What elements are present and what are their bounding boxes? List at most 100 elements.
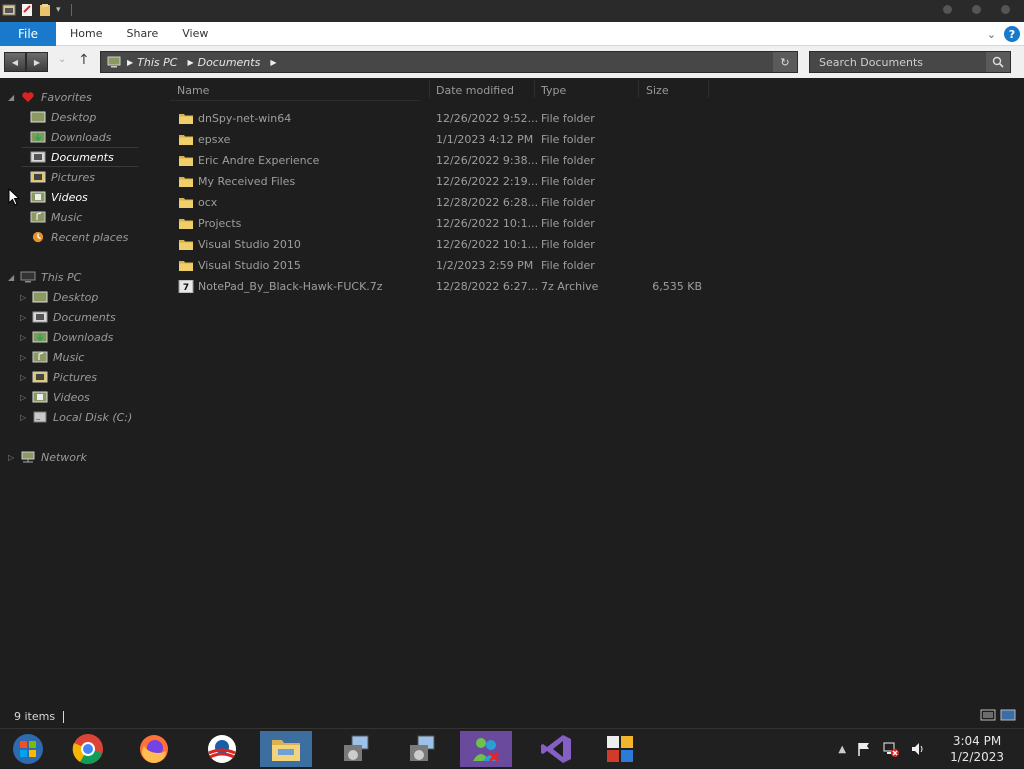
column-header-date[interactable]: Date modified: [436, 80, 514, 100]
collapse-arrow-icon[interactable]: ▷: [20, 353, 30, 362]
start-icon: [13, 734, 43, 764]
back-button[interactable]: ◀: [4, 52, 26, 72]
file-name: Visual Studio 2015: [198, 259, 301, 272]
file-row[interactable]: ocx 12/28/2022 6:28... File folder: [170, 192, 710, 213]
nav-pc-videos[interactable]: ▷ Videos: [20, 387, 90, 407]
nav-fav-pictures[interactable]: Pictures: [30, 167, 95, 187]
nav-fav-downloads[interactable]: Downloads: [30, 127, 111, 147]
minimize-button[interactable]: [943, 5, 952, 14]
file-row[interactable]: Eric Andre Experience 12/26/2022 9:38...…: [170, 150, 710, 171]
file-row[interactable]: dnSpy-net-win64 12/26/2022 9:52... File …: [170, 108, 710, 129]
network-disconnected-icon[interactable]: [882, 741, 900, 757]
nav-fav-recent-places[interactable]: Recent places: [30, 227, 128, 247]
show-hidden-icons-icon[interactable]: ▲: [838, 744, 846, 755]
file-row[interactable]: My Received Files 12/26/2022 2:19... Fil…: [170, 171, 710, 192]
column-divider[interactable]: [708, 80, 709, 98]
column-divider[interactable]: [638, 80, 639, 98]
refresh-button[interactable]: ↻: [773, 52, 797, 72]
office-icon: [607, 736, 633, 762]
column-header-type[interactable]: Type: [541, 80, 566, 100]
nav-fav-documents[interactable]: Documents: [30, 147, 114, 167]
search-input[interactable]: Search Documents: [809, 51, 1011, 73]
file-row[interactable]: Projects 12/26/2022 10:1... File folder: [170, 213, 710, 234]
taskbar-installer-2[interactable]: [396, 731, 448, 767]
tab-view[interactable]: View: [182, 27, 208, 40]
column-divider[interactable]: [534, 80, 535, 98]
firefox-icon: [140, 735, 168, 763]
breadcrumb-arrow-icon[interactable]: ▶: [187, 58, 193, 67]
network-icon: [21, 451, 35, 463]
title-bar: ▾: [0, 0, 1024, 22]
breadcrumb-this-pc[interactable]: This PC: [137, 56, 177, 69]
clock[interactable]: 3:04 PM 1/2/2023: [950, 733, 1004, 765]
forward-button[interactable]: ▶: [26, 52, 48, 72]
breadcrumb-arrow-icon[interactable]: ▶: [127, 58, 133, 67]
taskbar-visual-studio[interactable]: [530, 731, 582, 767]
tab-file[interactable]: File: [0, 22, 56, 46]
expand-ribbon-chevron-icon[interactable]: ⌄: [987, 28, 996, 41]
file-row[interactable]: 7 NotePad_By_Black-Hawk-FUCK.7z 12/28/20…: [170, 276, 710, 297]
nav-network[interactable]: ▷ Network: [8, 447, 87, 467]
nav-fav-videos[interactable]: Videos: [30, 187, 88, 207]
help-icon[interactable]: ?: [1004, 26, 1020, 42]
large-icons-view-icon[interactable]: [1000, 709, 1016, 721]
nav-favorites[interactable]: ◢ Favorites: [8, 87, 92, 107]
taskbar-firefox[interactable]: [128, 731, 180, 767]
tab-home[interactable]: Home: [70, 27, 102, 40]
action-center-flag-icon[interactable]: [856, 741, 872, 757]
close-button[interactable]: [1001, 5, 1010, 14]
taskbar-messenger[interactable]: [460, 731, 512, 767]
nav-pc-downloads[interactable]: ▷ Downloads: [20, 327, 113, 347]
new-folder-icon[interactable]: [38, 3, 52, 17]
status-bar: 9 items: [14, 710, 65, 723]
column-header-size[interactable]: Size: [646, 80, 669, 100]
breadcrumb-documents[interactable]: Documents: [198, 56, 261, 69]
nav-fav-desktop[interactable]: Desktop: [30, 107, 96, 127]
up-arrow-icon[interactable]: ↑: [78, 52, 90, 68]
column-header-name[interactable]: Name: [177, 80, 209, 100]
customize-toolbar-chevron-icon[interactable]: ▾: [56, 5, 61, 15]
nav-pc-pictures[interactable]: ▷ Pictures: [20, 367, 97, 387]
file-type: File folder: [541, 196, 595, 209]
nav-label: Downloads: [51, 130, 112, 144]
breadcrumb-arrow-icon[interactable]: ▶: [270, 58, 276, 67]
taskbar-file-explorer[interactable]: [260, 731, 312, 767]
expand-arrow-icon[interactable]: ◢: [8, 93, 18, 102]
properties-icon[interactable]: [20, 3, 34, 17]
collapse-arrow-icon[interactable]: ▷: [20, 293, 30, 302]
address-bar[interactable]: ▶ This PC ▶ Documents ▶ ↻: [100, 51, 798, 73]
maximize-button[interactable]: [972, 5, 981, 14]
nav-pc-documents[interactable]: ▷ Documents: [20, 307, 116, 327]
collapse-arrow-icon[interactable]: ▷: [20, 393, 30, 402]
start-button[interactable]: [2, 731, 54, 767]
file-date: 12/26/2022 10:1...: [436, 217, 539, 230]
taskbar-office[interactable]: [594, 731, 646, 767]
file-row[interactable]: epsxe 1/1/2023 4:12 PM File folder: [170, 129, 710, 150]
collapse-arrow-icon[interactable]: ▷: [20, 333, 30, 342]
volume-icon[interactable]: [910, 741, 926, 757]
details-view-icon[interactable]: [980, 709, 996, 721]
collapse-arrow-icon[interactable]: ▷: [20, 413, 30, 422]
search-button[interactable]: [986, 52, 1010, 72]
expand-arrow-icon[interactable]: ◢: [8, 273, 18, 282]
tab-share[interactable]: Share: [126, 27, 158, 40]
taskbar-app[interactable]: [196, 731, 248, 767]
nav-pc-desktop[interactable]: ▷ Desktop: [20, 287, 98, 307]
file-row[interactable]: Visual Studio 2010 12/26/2022 10:1... Fi…: [170, 234, 710, 255]
computer-icon: [20, 271, 36, 283]
file-row[interactable]: Visual Studio 2015 1/2/2023 2:59 PM File…: [170, 255, 710, 276]
nav-fav-music[interactable]: Music: [30, 207, 82, 227]
window-menu-icon[interactable]: [2, 3, 16, 17]
nav-pc-music[interactable]: ▷ Music: [20, 347, 84, 367]
collapse-arrow-icon[interactable]: ▷: [20, 373, 30, 382]
collapse-arrow-icon[interactable]: ▷: [20, 313, 30, 322]
downloads-icon: [32, 331, 48, 343]
recent-locations-chevron-icon[interactable]: ⌄: [58, 54, 66, 65]
taskbar-installer[interactable]: [330, 731, 382, 767]
pictures-icon: [32, 371, 48, 383]
nav-pc-local-disk[interactable]: ▷ Local Disk (C:): [20, 407, 132, 427]
taskbar-chrome[interactable]: [62, 731, 114, 767]
column-divider[interactable]: [429, 80, 430, 98]
nav-this-pc[interactable]: ◢ This PC: [8, 267, 81, 287]
collapse-arrow-icon[interactable]: ▷: [8, 453, 18, 462]
